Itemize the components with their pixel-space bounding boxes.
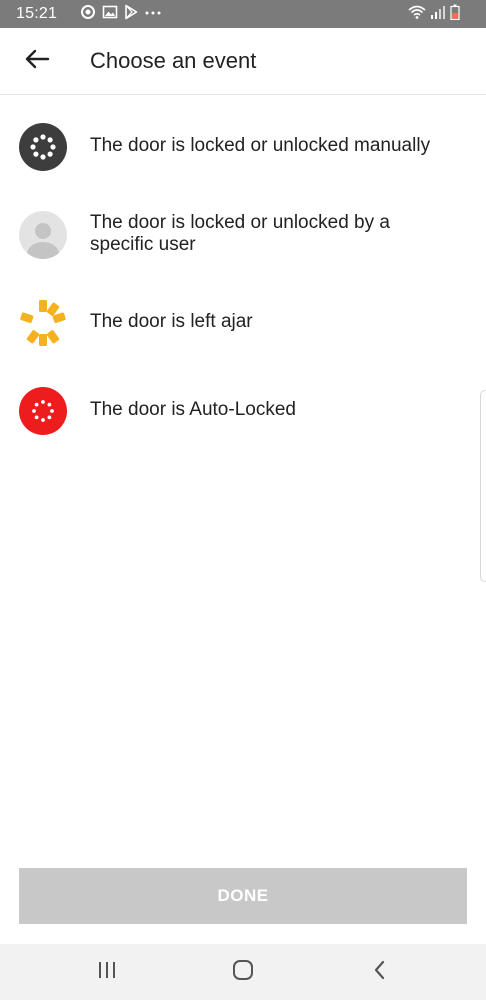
wifi-icon bbox=[408, 4, 426, 25]
battery-icon bbox=[450, 4, 460, 25]
auto-lock-icon bbox=[18, 386, 68, 436]
arrow-left-icon bbox=[24, 49, 50, 74]
more-dots-icon bbox=[144, 4, 162, 25]
event-label: The door is locked or unlocked by a spec… bbox=[90, 212, 390, 255]
user-avatar-icon bbox=[18, 210, 68, 260]
edge-panel-handle[interactable] bbox=[480, 390, 486, 582]
sync-icon bbox=[80, 4, 96, 25]
event-item-left-ajar[interactable]: The door is left ajar bbox=[0, 278, 486, 366]
signal-icon bbox=[430, 4, 446, 25]
status-time: 15:21 bbox=[16, 5, 58, 22]
event-list: The door is locked or unlocked manually … bbox=[0, 102, 486, 454]
event-item-auto-locked[interactable]: The door is Auto-Locked bbox=[0, 366, 486, 454]
back-button[interactable] bbox=[16, 44, 58, 78]
status-icons-right bbox=[408, 4, 460, 25]
done-button[interactable]: DONE bbox=[19, 868, 467, 924]
event-item-specific-user[interactable]: The door is locked or unlocked by a spec… bbox=[0, 190, 486, 278]
app-bar: Choose an event bbox=[0, 28, 486, 95]
nav-back-button[interactable] bbox=[359, 956, 399, 988]
play-store-icon bbox=[124, 4, 138, 25]
image-icon bbox=[102, 4, 118, 25]
recents-icon bbox=[96, 960, 118, 985]
status-bar: 15:21 bbox=[0, 0, 486, 28]
navigation-bar bbox=[0, 944, 486, 1000]
back-chevron-icon bbox=[371, 959, 387, 986]
status-icons-left bbox=[80, 4, 162, 25]
home-icon bbox=[231, 959, 255, 986]
page-title: Choose an event bbox=[90, 48, 257, 73]
home-button[interactable] bbox=[223, 956, 263, 988]
event-label: The door is left ajar bbox=[90, 311, 253, 332]
recents-button[interactable] bbox=[87, 956, 127, 988]
event-item-manual[interactable]: The door is locked or unlocked manually bbox=[0, 102, 486, 190]
event-label: The door is Auto-Locked bbox=[90, 399, 296, 420]
ajar-icon bbox=[18, 298, 68, 348]
manual-lock-icon bbox=[18, 122, 68, 172]
event-label: The door is locked or unlocked manually bbox=[90, 135, 431, 156]
